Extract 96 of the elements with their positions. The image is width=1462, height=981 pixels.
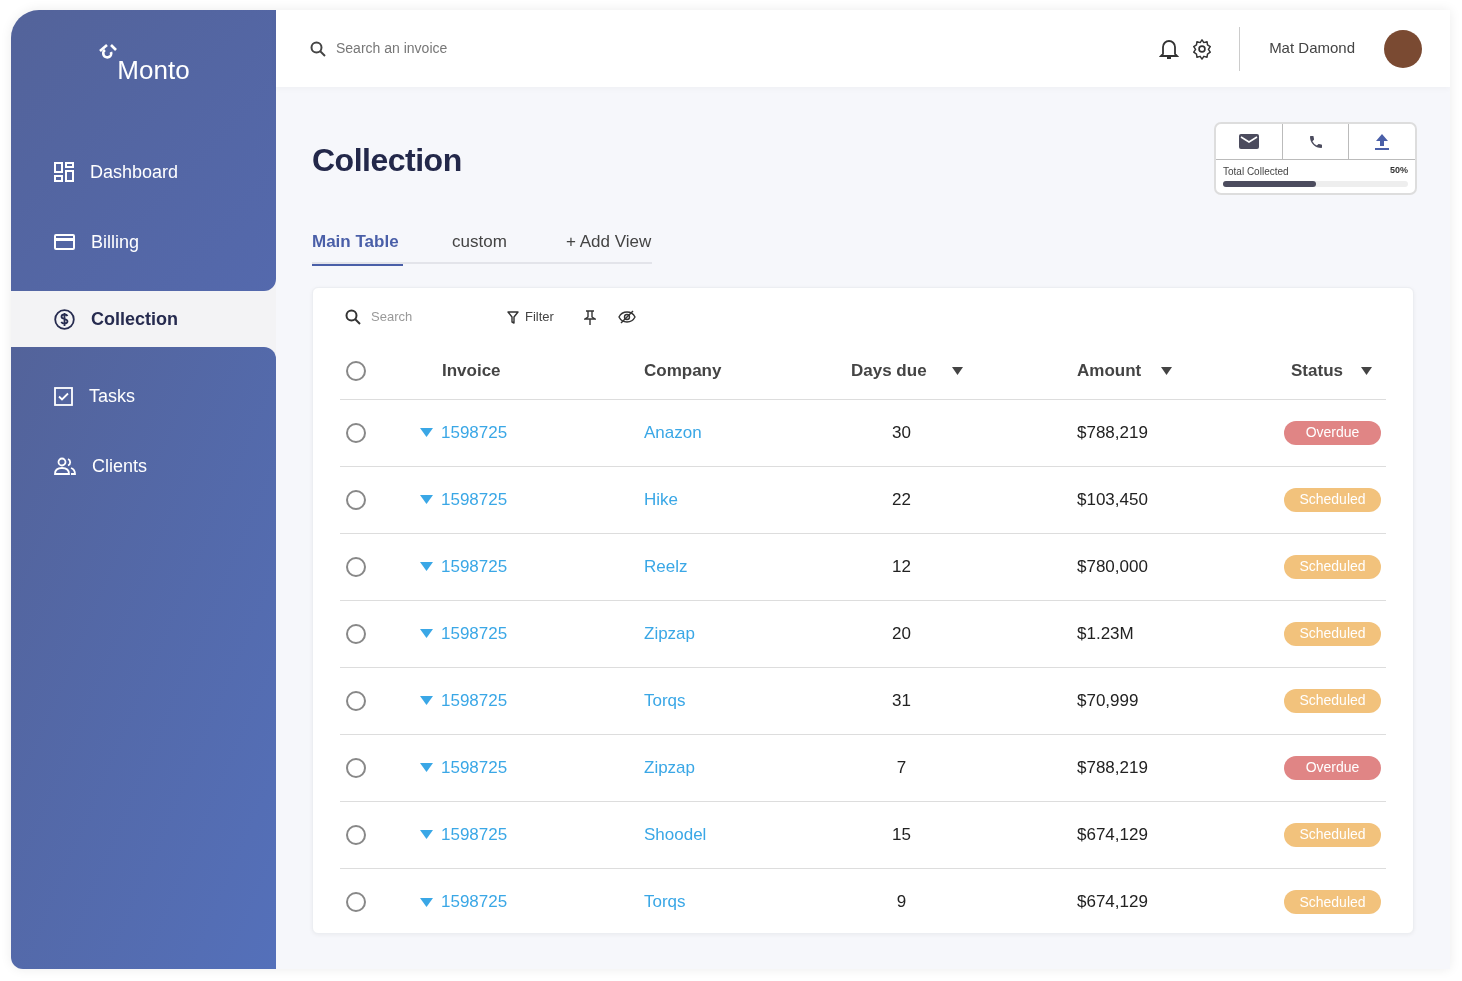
- funnel-icon: [507, 310, 519, 324]
- search-field[interactable]: Search an invoice: [336, 38, 586, 59]
- dollar-circle-icon: [54, 308, 75, 330]
- company-link[interactable]: Anazon: [644, 422, 702, 442]
- hidden-eye-icon[interactable]: [617, 310, 636, 324]
- invoice-link[interactable]: 1598725: [441, 821, 508, 848]
- upload-icon: [1375, 133, 1390, 150]
- row-checkbox[interactable]: [346, 556, 366, 577]
- expand-caret-icon[interactable]: [420, 763, 433, 772]
- column-header[interactable]: Days due: [851, 357, 927, 384]
- widget-percentage: 50%: [1390, 164, 1408, 177]
- invoice-link[interactable]: 1598725: [441, 754, 508, 781]
- company-link[interactable]: Zipzap: [644, 623, 696, 643]
- status-badge: Scheduled: [1284, 621, 1381, 646]
- users-icon: [54, 457, 76, 475]
- pin-icon[interactable]: [583, 309, 596, 325]
- row-checkbox[interactable]: [346, 824, 366, 845]
- column-header[interactable]: Invoice: [442, 357, 501, 384]
- table-search-field[interactable]: Search: [371, 307, 481, 327]
- invoice-link[interactable]: 1598725: [441, 687, 508, 714]
- row-checkbox[interactable]: [346, 489, 366, 510]
- user-name[interactable]: Mat Damond: [1269, 37, 1355, 60]
- expand-caret-icon[interactable]: [420, 830, 433, 839]
- company-link[interactable]: Reelz: [644, 556, 688, 576]
- column-header[interactable]: Amount: [1077, 357, 1142, 384]
- checkbox-icon: [54, 386, 73, 406]
- sidebar-item[interactable]: Tasks: [11, 361, 276, 431]
- tab[interactable]: custom: [452, 229, 566, 264]
- envelope-icon: [1238, 134, 1259, 149]
- invoice-link[interactable]: 1598725: [441, 620, 508, 647]
- bell-icon[interactable]: [1159, 37, 1180, 60]
- expand-caret-icon[interactable]: [420, 629, 433, 638]
- days-due-cell: 15: [892, 824, 911, 844]
- sidebar-item[interactable]: Clients: [11, 431, 276, 501]
- invoice-link[interactable]: 1598725: [441, 486, 508, 513]
- avatar[interactable]: [1384, 29, 1422, 68]
- tab[interactable]: Main Table: [312, 229, 452, 264]
- settings-icon[interactable]: [1191, 37, 1214, 60]
- phone-icon: [1307, 133, 1324, 150]
- company-link[interactable]: Hike: [644, 489, 678, 509]
- days-due-cell: 31: [892, 690, 911, 710]
- sort-caret-icon[interactable]: [1361, 366, 1372, 375]
- days-due-cell: 30: [892, 422, 911, 442]
- days-due-cell: 7: [896, 757, 907, 777]
- row-checkbox[interactable]: [346, 757, 366, 778]
- amount-cell: $1.23M: [1077, 623, 1134, 643]
- expand-caret-icon[interactable]: [420, 428, 433, 437]
- company-link[interactable]: Torqs: [644, 690, 686, 710]
- card-icon: [54, 234, 75, 250]
- amount-cell: $780,000: [1077, 556, 1148, 576]
- amount-cell: $674,129: [1077, 892, 1148, 912]
- search-icon: [345, 309, 361, 325]
- status-badge: Overdue: [1284, 755, 1381, 780]
- column-header[interactable]: Status: [1291, 357, 1343, 384]
- status-badge: Scheduled: [1284, 554, 1381, 579]
- amount-cell: $70,999: [1077, 690, 1139, 710]
- sidebar-item[interactable]: Billing: [11, 207, 276, 277]
- amount-cell: $788,219: [1077, 422, 1148, 442]
- days-due-cell: 22: [892, 489, 911, 509]
- status-badge: Overdue: [1284, 420, 1381, 445]
- company-link[interactable]: Shoodel: [644, 824, 707, 844]
- days-due-cell: 9: [896, 892, 907, 912]
- logo: Monto: [97, 42, 190, 90]
- invoice-link[interactable]: 1598725: [441, 419, 508, 446]
- amount-cell: $788,219: [1077, 757, 1148, 777]
- row-checkbox[interactable]: [346, 892, 366, 912]
- amount-cell: $103,450: [1077, 489, 1148, 509]
- tab[interactable]: + Add View: [566, 229, 652, 264]
- row-checkbox[interactable]: [346, 422, 366, 443]
- status-badge: Scheduled: [1284, 890, 1381, 914]
- invoice-link[interactable]: 1598725: [441, 553, 508, 580]
- expand-caret-icon[interactable]: [420, 495, 433, 504]
- expand-caret-icon[interactable]: [420, 562, 433, 571]
- filter-button[interactable]: Filter: [507, 307, 554, 327]
- sort-caret-icon[interactable]: [1161, 366, 1173, 375]
- column-header[interactable]: Company: [644, 357, 722, 384]
- status-badge: Scheduled: [1284, 487, 1381, 512]
- expand-caret-icon[interactable]: [420, 897, 433, 907]
- sidebar-item[interactable]: Dashboard: [11, 137, 276, 207]
- amount-cell: $674,129: [1077, 824, 1148, 844]
- row-checkbox[interactable]: [346, 690, 366, 711]
- select-all-checkbox[interactable]: [346, 360, 366, 381]
- sort-caret-icon[interactable]: [951, 366, 963, 375]
- row-checkbox[interactable]: [346, 623, 366, 644]
- company-link[interactable]: Torqs: [644, 892, 686, 912]
- status-badge: Scheduled: [1284, 822, 1381, 847]
- days-due-cell: 12: [892, 556, 911, 576]
- expand-caret-icon[interactable]: [420, 696, 433, 705]
- company-link[interactable]: Zipzap: [644, 757, 696, 777]
- status-badge: Scheduled: [1284, 688, 1381, 713]
- search-icon: [310, 40, 326, 57]
- widget-label: Total Collected: [1223, 165, 1289, 179]
- page-title: Collection: [312, 141, 462, 180]
- invoice-link[interactable]: 1598725: [441, 889, 508, 915]
- days-due-cell: 20: [892, 623, 911, 643]
- grid-icon: [54, 162, 74, 182]
